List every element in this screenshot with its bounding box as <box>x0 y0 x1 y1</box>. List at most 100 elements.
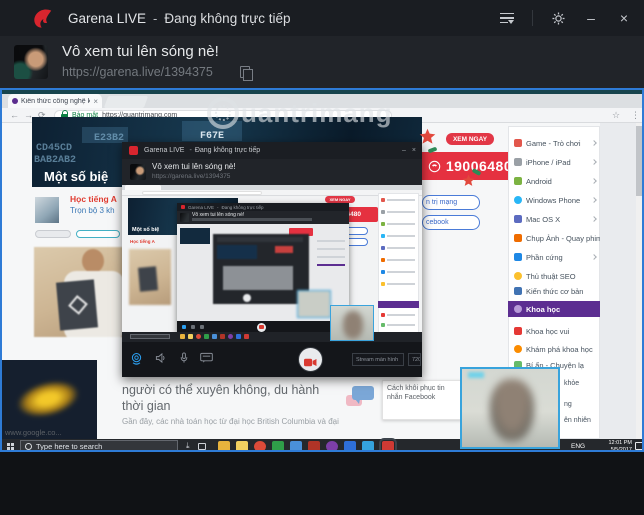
camera-icon <box>514 234 522 242</box>
window-buttons: – × <box>499 0 632 36</box>
nested-info-bar: Vô xem tui lên sóng nè! <box>177 211 349 224</box>
search-placeholder: Type here to search <box>36 441 103 451</box>
mic-icon <box>180 352 188 363</box>
social-badge <box>76 230 120 238</box>
hex-text: BAB2AB2 <box>34 155 77 166</box>
minimize-icon[interactable]: – <box>583 10 599 26</box>
xem-ngay-button: XEM NGAY <box>446 133 494 145</box>
chevron-right-icon <box>591 254 597 260</box>
mini-taskbar <box>122 332 422 342</box>
app-icon <box>212 334 217 339</box>
app-name: Garena LIVE <box>188 204 215 210</box>
phone-icon <box>428 160 441 172</box>
sidebar-item: iPhone / iPad <box>514 154 600 170</box>
promo-line1: Học tiếng A <box>70 194 117 204</box>
webcam-icon <box>182 325 186 329</box>
copy-link-icon[interactable] <box>240 66 254 82</box>
nested-control-bar: Stream màn hình 720p <box>122 342 422 377</box>
app-icon <box>220 334 225 339</box>
stream-url: https://garena.live/1394375 <box>152 173 231 180</box>
android-icon <box>514 177 522 185</box>
task-view-icon <box>198 443 206 450</box>
tab-title: Kiến thức công nghệ kh <box>21 97 91 105</box>
mini-taskbar-search <box>130 334 170 339</box>
nested-garena-window: Garena LIVE - Đang không trực tiếp – × Vô… <box>122 142 422 377</box>
deco <box>317 256 345 258</box>
stream-control-bar: Stream màn hình 720p <box>0 452 644 515</box>
notification-center-icon <box>635 442 642 450</box>
tab-close-icon: × <box>93 96 98 106</box>
sidebar-item-partial: ng <box>564 401 572 408</box>
app-icon <box>228 334 233 339</box>
promo-line1: Học tiếng A <box>130 239 155 244</box>
hex-text: E23B2 <box>94 133 125 144</box>
chrome-icon <box>254 441 266 450</box>
nested-nested-garena-window: Garena LIVE - Đang không trực tiếp Vô xe… <box>177 203 349 333</box>
mini-category-sidebar <box>378 193 419 333</box>
sidebar-item: Android <box>514 173 600 189</box>
streamer-avatar <box>130 164 146 180</box>
sidebar-item: Mac OS X <box>514 211 600 227</box>
windows-phone-icon <box>514 196 522 204</box>
app-icon <box>196 334 201 339</box>
title-bar: Garena LIVE - Đang không trực tiếp – × <box>0 0 644 36</box>
sidebar-item: Game - Trò chơi <box>514 135 600 151</box>
nested-info-bar: Vô xem tui lên sóng nè! https://garena.l… <box>122 159 422 185</box>
page-margin <box>600 123 636 439</box>
task-list-icon[interactable] <box>499 10 515 26</box>
streamer-avatar <box>180 213 189 222</box>
window-buttons: – × <box>402 147 416 154</box>
hardware-icon <box>514 253 522 261</box>
app-name: Garena LIVE <box>68 10 147 26</box>
source-select: Stream màn hình <box>352 353 404 366</box>
chat-icon <box>200 352 213 363</box>
stream-url-bar <box>192 218 312 221</box>
stream-status: Đang không trực tiếp <box>164 10 291 26</box>
app-icon <box>180 334 185 339</box>
chevron-right-icon <box>591 140 597 146</box>
sidebar-item: Phần cứng <box>514 249 600 265</box>
app-icon <box>188 334 193 339</box>
deco <box>317 264 345 266</box>
deco <box>55 279 99 331</box>
streamer-avatar <box>14 45 48 79</box>
hero-title: Một số biệ <box>44 169 109 184</box>
mini-hero-image <box>180 228 210 244</box>
sidebar-item-partial: khỏe <box>564 380 580 387</box>
mini-sidebar-item <box>381 198 415 202</box>
settings-gear-icon[interactable] <box>550 10 566 26</box>
title-separator: - <box>217 204 219 210</box>
record-button <box>257 322 266 332</box>
nested-preview: Một số biệ Học tiếng A XEM NGAY 19006480… <box>122 185 422 342</box>
close-icon[interactable]: × <box>616 10 632 26</box>
chevron-right-icon <box>591 178 597 184</box>
stream-title: Vô xem tui lên sóng nè! <box>152 162 236 171</box>
site-favicon <box>12 98 18 104</box>
webcam-preview-overlay <box>460 367 560 449</box>
discover-icon <box>514 345 522 353</box>
deco <box>82 249 104 273</box>
sidebar-item: Windows Phone <box>514 192 600 208</box>
facebook-pill-button: cebook <box>422 215 480 230</box>
taskbar-clock: 12:01 PM 5/5/2017 <box>592 440 632 450</box>
deco <box>317 248 345 250</box>
stream-title: Vô xem tui lên sóng nè! <box>62 43 219 60</box>
sidebar-item: Khoa học vui <box>514 323 600 339</box>
app-icon <box>362 441 374 450</box>
title-separator: - <box>189 147 192 154</box>
deepest-window-blob <box>213 234 309 304</box>
quality-select: 720p <box>408 353 421 366</box>
mini-sidebar-item <box>381 313 415 317</box>
mic-icon <box>200 325 204 329</box>
webcam-icon <box>131 352 142 365</box>
game-icon <box>514 139 522 147</box>
app-icon <box>244 334 249 339</box>
atom-icon <box>514 305 522 313</box>
sidebar-item: Thủ thuật SEO <box>514 268 600 284</box>
starfish-icon <box>462 174 475 186</box>
nested-preview <box>177 224 349 321</box>
article-photo-man <box>34 247 129 337</box>
mac-icon <box>514 215 522 223</box>
article-title: người có thể xuyên không, du hành thời g… <box>122 383 320 414</box>
facebook-tip-popup: Cách khôi phục tin nhắn Facebook <box>382 380 462 420</box>
